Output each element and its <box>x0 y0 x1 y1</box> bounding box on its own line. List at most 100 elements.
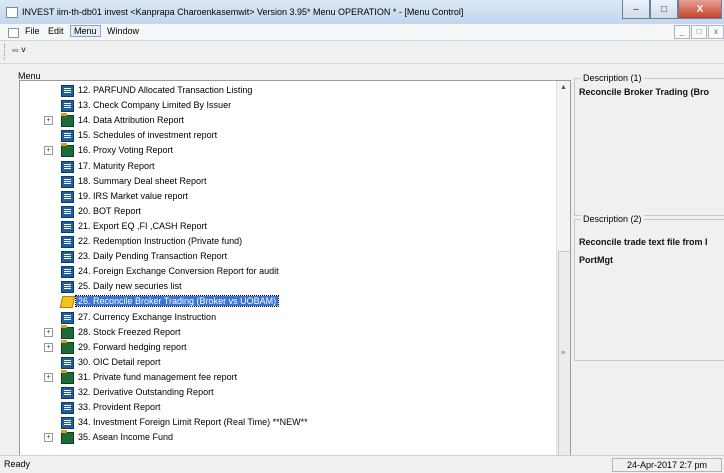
description-1-label: Description (1) <box>581 73 644 83</box>
report-icon <box>61 100 74 113</box>
tree-item-label: 27. Currency Exchange Instruction <box>78 311 217 322</box>
tree-item-label: 16. Proxy Voting Report <box>78 145 174 156</box>
vertical-scrollbar[interactable]: ▲ ≡ <box>556 81 570 456</box>
maximize-button[interactable]: □ <box>650 0 678 19</box>
tree-item[interactable]: +29. Forward hedging report <box>20 339 550 354</box>
tree-item[interactable]: 32. Derivative Outstanding Report <box>20 385 550 399</box>
status-ready: Ready <box>4 459 31 469</box>
tree-item-label: 26. Reconcile Broker Trading (Broker vs … <box>74 295 280 308</box>
tree-item[interactable]: 20. BOT Report <box>20 204 550 218</box>
description-2-label: Description (2) <box>581 214 644 224</box>
toolbar-view-dropdown[interactable]: ▫▫ ˅ <box>12 45 26 55</box>
report-icon <box>61 251 74 264</box>
tree-item-label: 28. Stock Freezed Report <box>78 326 181 337</box>
menu-edit[interactable]: Edit <box>45 26 67 36</box>
tree-item[interactable]: 23. Daily Pending Transaction Report <box>20 249 550 264</box>
scroll-up-arrow[interactable]: ▲ <box>560 84 567 91</box>
report-icon <box>61 190 74 203</box>
mdi-restore-button[interactable]: □ <box>691 25 707 39</box>
report-icon <box>61 387 74 399</box>
tree-item[interactable]: 34. Investment Foreign Limit Report (Rea… <box>20 415 550 430</box>
description-1-text: Reconcile Broker Trading (Bro <box>579 87 710 97</box>
description-2-line1: Reconcile trade text file from I <box>579 237 708 247</box>
report-icon <box>61 160 74 173</box>
mdi-close-button[interactable]: x <box>708 25 724 39</box>
tree-item[interactable]: 26. Reconcile Broker Trading (Broker vs … <box>20 294 550 309</box>
report-icon <box>61 356 74 369</box>
report-icon <box>61 281 74 294</box>
menu-control-panel: Menu +35. Asean Income Fund 34. Investmen… <box>12 67 724 457</box>
mdi-controls: _ □ x <box>673 25 724 39</box>
toolbar-grip[interactable] <box>4 44 7 60</box>
tree-item-label: 12. PARFUND Allocated Transaction Listin… <box>78 85 253 95</box>
tree-item[interactable]: 24. Foreign Exchange Conversion Report f… <box>20 264 550 279</box>
report-icon <box>61 205 74 218</box>
report-icon <box>61 220 74 233</box>
report-icon <box>61 175 74 188</box>
status-bar: Ready 24-Apr-2017 2:7 pm <box>0 455 724 473</box>
tree-item[interactable]: 22. Redemption Instruction (Private fund… <box>20 234 550 248</box>
tree-item[interactable]: +16. Proxy Voting Report <box>20 143 550 158</box>
tree-item[interactable]: +31. Private fund management fee report <box>20 369 550 384</box>
report-icon <box>61 130 74 143</box>
tree-item-label: 33. Provident Report <box>78 402 161 413</box>
toolbar: ▫▫ ˅ <box>0 41 724 64</box>
tree-item[interactable]: 27. Currency Exchange Instruction <box>20 310 550 324</box>
menu-bar: File Edit Menu Window _ □ x <box>0 24 724 41</box>
tree-item-label: 30. OIC Detail report <box>78 356 161 367</box>
tree-item[interactable]: 15. Schedules of investment report <box>20 128 550 143</box>
report-icon <box>61 402 74 415</box>
report-icon <box>61 85 74 97</box>
tree-item[interactable]: 18. Summary Deal sheet Report <box>20 174 550 188</box>
tree-item-label: 21. Export EQ ,FI ,CASH Report <box>78 220 208 231</box>
expand-icon[interactable]: + <box>44 116 53 126</box>
app-icon[interactable] <box>6 7 18 18</box>
tree-item[interactable]: +14. Data Attribution Report <box>20 113 550 128</box>
report-icon <box>61 311 74 324</box>
tree-item-label: 19. IRS Market value report <box>78 190 189 201</box>
description-2-group: Description (2) Reconcile trade text fil… <box>574 214 724 361</box>
tree-item[interactable]: 25. Daily new securies list <box>20 279 550 294</box>
title-bar: INVEST iim-th-db01 invest <Kanprapa Char… <box>0 0 724 25</box>
menu-file[interactable]: File <box>22 26 43 36</box>
tree-item[interactable]: +35. Asean Income Fund <box>20 430 550 445</box>
tree-item[interactable]: 33. Provident Report <box>20 400 550 415</box>
document-icon[interactable] <box>8 28 19 38</box>
expand-icon[interactable]: + <box>44 372 53 382</box>
expand-icon[interactable]: + <box>44 433 53 443</box>
tree-item[interactable]: 13. Check Company Limited By Issuer <box>20 98 550 113</box>
tree-item[interactable]: 21. Export EQ ,FI ,CASH Report <box>20 219 550 233</box>
folder-icon <box>61 369 74 384</box>
tree-item-label: 35. Asean Income Fund <box>78 432 174 443</box>
tree-item-label: 17. Maturity Report <box>78 160 155 171</box>
expand-icon[interactable]: + <box>44 342 53 352</box>
tree-item-label: 25. Daily new securies list <box>78 281 182 292</box>
tree-item-label: 34. Investment Foreign Limit Report (Rea… <box>78 417 308 428</box>
tree-item-label: 15. Schedules of investment report <box>78 130 218 141</box>
menu-tree[interactable]: +35. Asean Income Fund 34. Investment For… <box>19 80 571 457</box>
minimize-button[interactable]: – <box>622 0 650 19</box>
tree-item-label: 23. Daily Pending Transaction Report <box>78 251 228 262</box>
report-icon <box>61 417 74 430</box>
tree-item-label: 18. Summary Deal sheet Report <box>78 175 207 186</box>
description-1-group: Description (1) Reconcile Broker Trading… <box>574 73 724 216</box>
mdi-minimize-button[interactable]: _ <box>674 25 690 39</box>
menu-menu[interactable]: Menu <box>70 25 101 37</box>
status-datetime: 24-Apr-2017 2:7 pm <box>612 458 722 472</box>
scroll-thumb[interactable]: ≡ <box>558 251 570 456</box>
tree-item[interactable]: 17. Maturity Report <box>20 159 550 173</box>
report-icon <box>61 236 74 248</box>
tree-item-label: 20. BOT Report <box>78 205 141 216</box>
tree-item[interactable]: 19. IRS Market value report <box>20 189 550 203</box>
tree-item-label: 24. Foreign Exchange Conversion Report f… <box>78 266 279 277</box>
tree-item[interactable]: 30. OIC Detail report <box>20 355 550 369</box>
menu-window[interactable]: Window <box>104 26 142 36</box>
expand-icon[interactable]: + <box>44 327 53 337</box>
folder-icon <box>61 339 74 354</box>
expand-icon[interactable]: + <box>44 146 53 156</box>
tree-item[interactable]: 12. PARFUND Allocated Transaction Listin… <box>20 83 550 97</box>
folder-icon <box>61 143 74 158</box>
close-button[interactable]: X <box>678 0 722 19</box>
tree-item[interactable]: +28. Stock Freezed Report <box>20 324 550 339</box>
description-2-line2: PortMgt <box>579 255 613 265</box>
